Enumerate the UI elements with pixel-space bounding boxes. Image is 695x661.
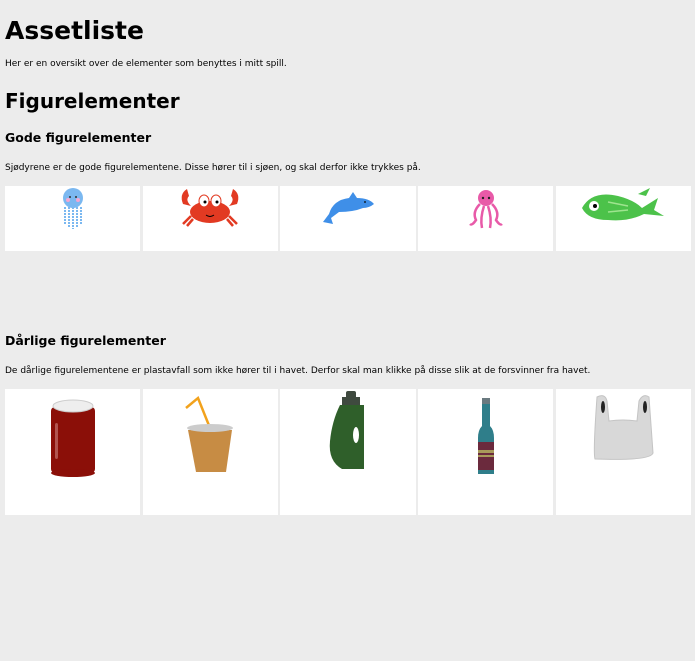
good-description: Sjødyrene er de gode figurelementene. Di… [5,163,421,173]
dolphin-icon [323,192,374,224]
good-cell-crab [142,186,278,251]
jellyfish-icon [62,188,83,229]
bad-cell-soda-can [5,389,141,515]
cup-with-straw-icon [185,395,234,472]
bad-cell-plastic-bag [555,389,692,515]
bad-cell-cup [142,389,278,515]
good-elements-grid [5,186,692,251]
detergent-bottle-icon [329,391,364,469]
glass-bottle-icon [477,398,494,474]
bad-cell-glass-bottle [418,389,554,515]
bad-description: De dårlige figurelementene er plastavfal… [5,366,591,376]
plastic-bag-icon [594,395,654,460]
octopus-icon [468,190,503,229]
good-heading: Gode figurelementer [5,130,152,145]
page-title: Assetliste [5,16,144,45]
good-cell-octopus [418,186,554,251]
fish-icon [582,188,665,221]
intro-text: Her er en oversikt over de elementer som… [5,59,287,69]
bad-heading: Dårlige figurelementer [5,333,166,348]
good-cell-fish [555,186,692,251]
soda-can-icon [50,399,95,477]
bad-cell-detergent-bottle [280,389,416,515]
good-cell-dolphin [280,186,416,251]
good-cell-jellyfish [5,186,141,251]
bad-elements-grid [5,389,692,515]
crab-icon [181,189,239,227]
section-title: Figurelementer [5,89,180,113]
